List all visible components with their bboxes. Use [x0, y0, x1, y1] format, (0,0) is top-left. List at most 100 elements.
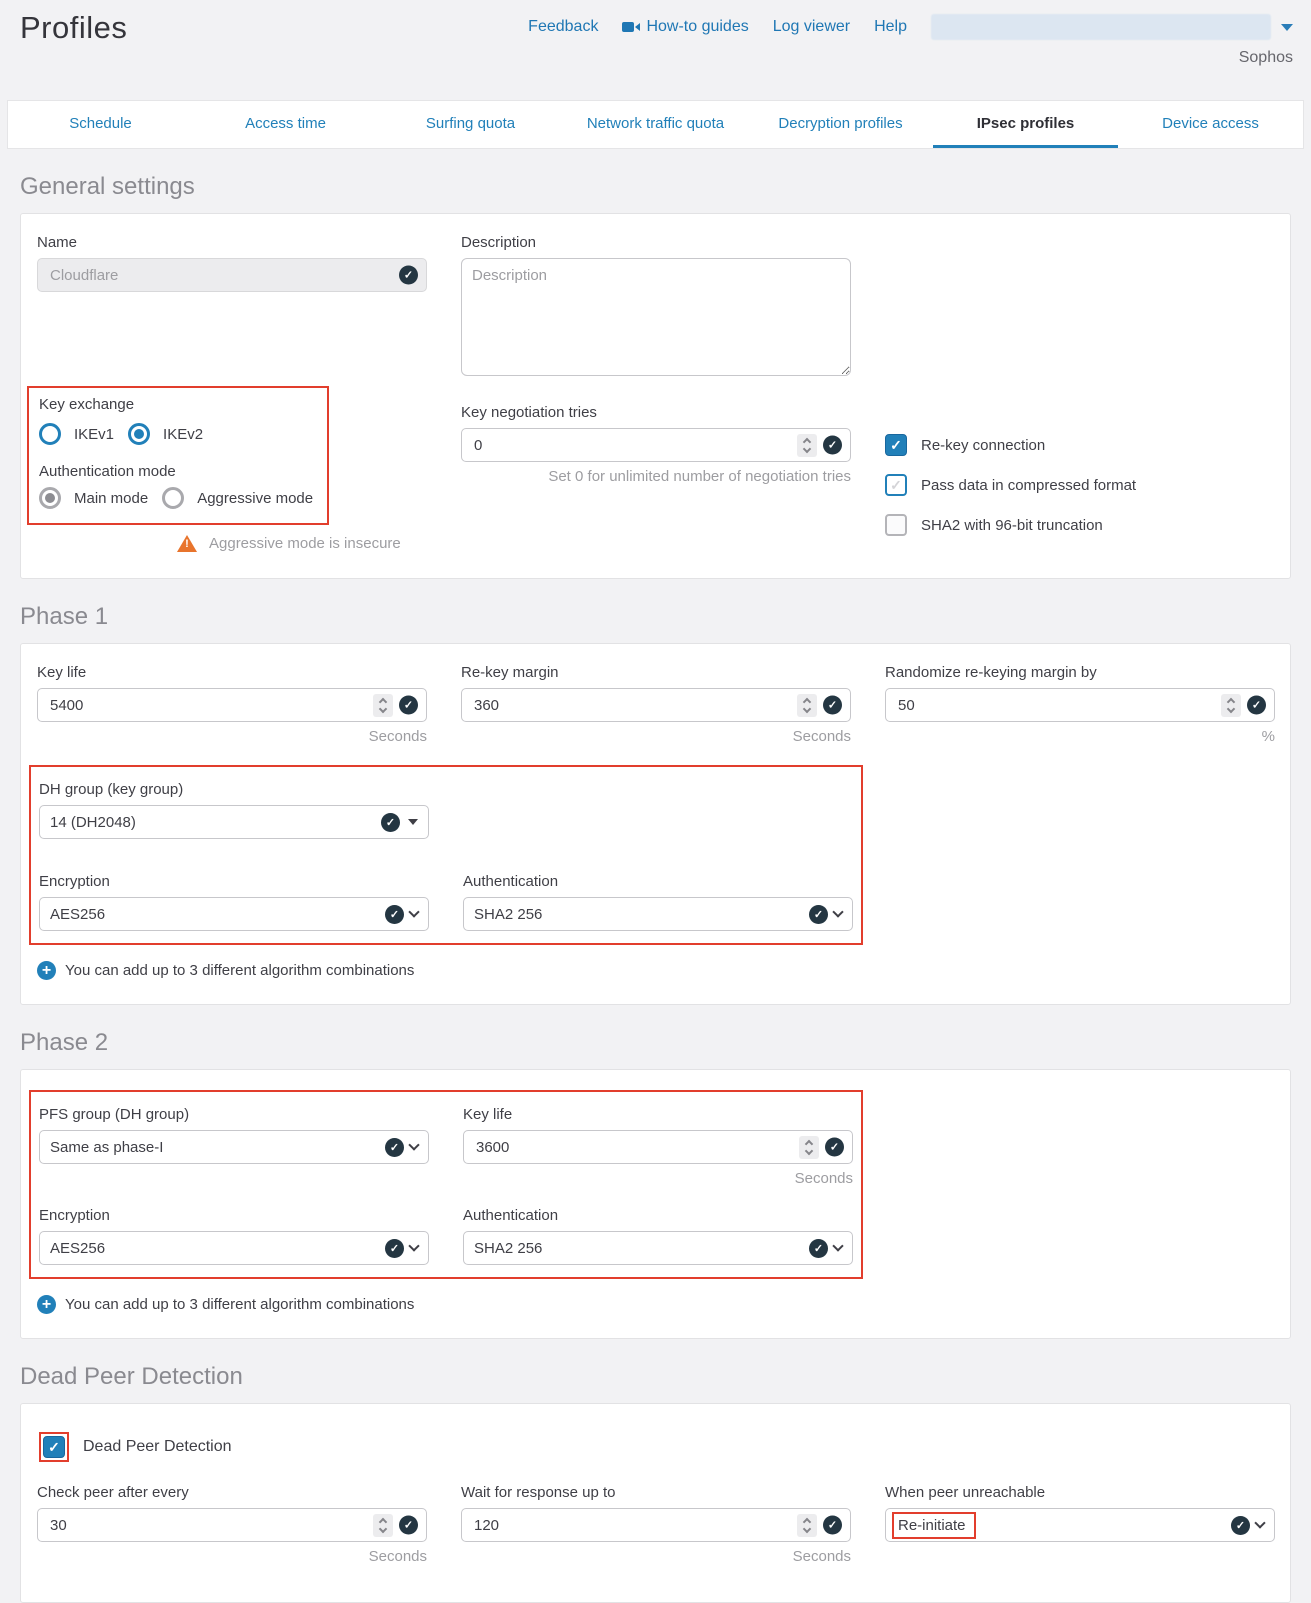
radio-ikev2[interactable]: IKEv2	[128, 423, 203, 445]
p2-pfs-group-label: PFS group (DH group)	[39, 1106, 429, 1123]
key-exchange-highlight-box: Key exchange IKEv1 IKEv2 Authentication …	[27, 386, 329, 525]
peer-unreachable-label: When peer unreachable	[885, 1484, 1275, 1501]
dpd-checkbox[interactable]: ✓	[43, 1436, 65, 1458]
feedback-link[interactable]: Feedback	[528, 18, 598, 36]
p1-key-life-input[interactable]	[48, 696, 416, 715]
help-link[interactable]: Help	[874, 18, 907, 36]
number-stepper[interactable]	[799, 1136, 819, 1159]
number-stepper[interactable]	[373, 694, 393, 717]
description-textarea[interactable]	[461, 258, 851, 376]
chevron-down-icon	[408, 1139, 419, 1150]
valid-check-icon: ✓	[399, 696, 418, 715]
wait-response-label: Wait for response up to	[461, 1484, 851, 1501]
tab-surfing-quota[interactable]: Surfing quota	[378, 101, 563, 148]
valid-check-icon: ✓	[385, 905, 404, 924]
p1-randomize-input[interactable]	[896, 696, 1264, 715]
phase2-heading: Phase 2	[0, 1029, 1311, 1057]
check-peer-field[interactable]: ✓	[37, 1508, 427, 1542]
valid-check-icon: ✓	[385, 1239, 404, 1258]
checkbox-rekey-connection[interactable]: ✓ Re-key connection	[885, 434, 1275, 456]
dropdown-caret-icon	[408, 819, 418, 825]
p2-authentication-label: Authentication	[463, 1207, 853, 1224]
check-peer-input[interactable]	[48, 1516, 416, 1535]
p2-key-life-label: Key life	[463, 1106, 853, 1123]
description-label: Description	[461, 234, 851, 251]
chevron-down-icon	[408, 1240, 419, 1251]
number-stepper[interactable]	[1221, 694, 1241, 717]
number-stepper[interactable]	[797, 1514, 817, 1537]
wait-response-input[interactable]	[472, 1516, 840, 1535]
dpd-checkbox-highlight-box: ✓	[39, 1432, 69, 1462]
p2-add-combination-note: You can add up to 3 different algorithm …	[65, 1296, 414, 1313]
add-icon[interactable]: +	[37, 961, 56, 980]
checkbox-checked-icon: ✓	[885, 434, 907, 456]
tab-access-time[interactable]: Access time	[193, 101, 378, 148]
brand-label: Sophos	[1239, 49, 1293, 67]
phase2-card: PFS group (DH group) Same as phase-I ✓ K…	[20, 1069, 1291, 1339]
key-negotiation-input[interactable]	[472, 436, 840, 455]
checkbox-unchecked-icon	[885, 514, 907, 536]
number-stepper[interactable]	[797, 434, 817, 457]
chevron-down-icon	[1281, 24, 1293, 31]
check-peer-label: Check peer after every	[37, 1484, 427, 1501]
warning-icon	[177, 535, 197, 552]
peer-unreachable-select[interactable]: Re-initiate ✓	[885, 1508, 1275, 1542]
p1-encryption-select[interactable]: AES256 ✓	[39, 897, 429, 931]
p2-key-life-unit: Seconds	[463, 1170, 853, 1187]
dpd-heading: Dead Peer Detection	[0, 1363, 1311, 1391]
radio-selected-icon	[128, 423, 150, 445]
tab-schedule[interactable]: Schedule	[8, 101, 193, 148]
p1-key-life-label: Key life	[37, 664, 427, 681]
p2-encryption-label: Encryption	[39, 1207, 429, 1224]
name-input	[48, 266, 416, 285]
p2-pfs-group-select[interactable]: Same as phase-I ✓	[39, 1130, 429, 1164]
valid-check-icon: ✓	[809, 905, 828, 924]
valid-check-icon: ✓	[1247, 696, 1266, 715]
radio-icon	[39, 423, 61, 445]
phase1-heading: Phase 1	[0, 603, 1311, 631]
checkbox-sha2-truncation[interactable]: SHA2 with 96-bit truncation	[885, 514, 1275, 536]
p1-rekey-margin-unit: Seconds	[461, 728, 851, 745]
wait-response-field[interactable]: ✓	[461, 1508, 851, 1542]
checkbox-compressed-format[interactable]: ✓ Pass data in compressed format	[885, 474, 1275, 496]
account-selector[interactable]	[931, 14, 1293, 40]
p1-encryption-label: Encryption	[39, 873, 429, 890]
general-settings-card: Name ✓ Key exchange IKEv1 IKEv2	[20, 213, 1291, 579]
p1-rekey-margin-field[interactable]: ✓	[461, 688, 851, 722]
number-stepper[interactable]	[373, 1514, 393, 1537]
radio-main-mode[interactable]: Main mode	[39, 487, 148, 509]
radio-ikev1[interactable]: IKEv1	[39, 423, 114, 445]
valid-check-icon: ✓	[823, 696, 842, 715]
valid-check-icon: ✓	[825, 1138, 844, 1157]
p1-randomize-unit: %	[885, 728, 1275, 745]
checkbox-faint-icon: ✓	[885, 474, 907, 496]
p1-rekey-margin-input[interactable]	[472, 696, 840, 715]
p2-authentication-select[interactable]: SHA2 256 ✓	[463, 1231, 853, 1265]
tab-device-access[interactable]: Device access	[1118, 101, 1303, 148]
p1-authentication-select[interactable]: SHA2 256 ✓	[463, 897, 853, 931]
howto-guides-link[interactable]: How-to guides	[622, 18, 748, 36]
phase2-highlight-box: PFS group (DH group) Same as phase-I ✓ K…	[29, 1090, 863, 1279]
key-negotiation-field[interactable]: ✓	[461, 428, 851, 462]
tab-decryption-profiles[interactable]: Decryption profiles	[748, 101, 933, 148]
reinitiate-highlight-box: Re-initiate	[892, 1512, 976, 1539]
add-icon[interactable]: +	[37, 1295, 56, 1314]
chevron-down-icon	[408, 906, 419, 917]
page-title: Profiles	[20, 10, 127, 96]
name-field: ✓	[37, 258, 427, 292]
p1-randomize-field[interactable]: ✓	[885, 688, 1275, 722]
p2-key-life-input[interactable]	[474, 1138, 842, 1157]
radio-aggressive-mode[interactable]: Aggressive mode	[162, 487, 313, 509]
p1-randomize-label: Randomize re-keying margin by	[885, 664, 1275, 681]
p2-key-life-field[interactable]: ✓	[463, 1130, 853, 1164]
chevron-down-icon	[832, 906, 843, 917]
tab-ipsec-profiles[interactable]: IPsec profiles	[933, 101, 1118, 148]
p1-dh-group-select[interactable]: 14 (DH2048) ✓	[39, 805, 429, 839]
number-stepper[interactable]	[797, 694, 817, 717]
auth-mode-label: Authentication mode	[39, 463, 327, 480]
p1-key-life-field[interactable]: ✓	[37, 688, 427, 722]
valid-check-icon: ✓	[823, 1516, 842, 1535]
tab-network-traffic-quota[interactable]: Network traffic quota	[563, 101, 748, 148]
p2-encryption-select[interactable]: AES256 ✓	[39, 1231, 429, 1265]
log-viewer-link[interactable]: Log viewer	[773, 18, 850, 36]
